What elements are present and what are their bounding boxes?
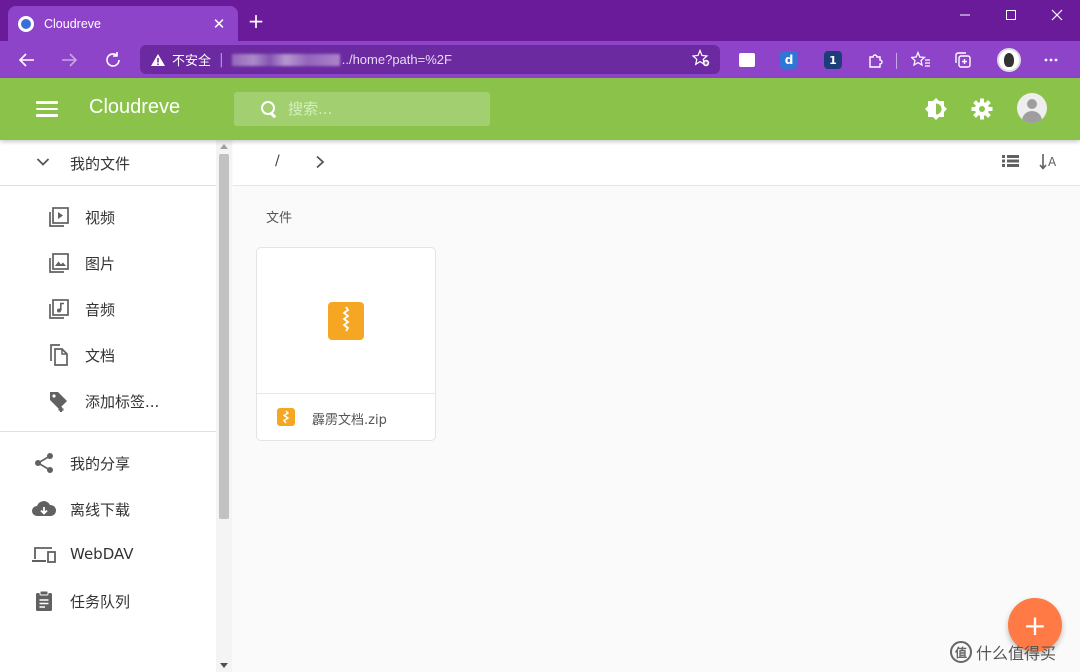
search-box[interactable] <box>234 92 490 126</box>
breadcrumb: / A <box>233 140 1080 186</box>
document-icon <box>50 344 68 366</box>
tab-title: Cloudreve <box>44 16 101 31</box>
extensions-icon[interactable] <box>864 49 886 71</box>
favorites-icon[interactable] <box>910 49 932 71</box>
menu-icon[interactable] <box>36 98 58 120</box>
cloudreve-favicon-icon <box>18 15 34 32</box>
search-icon <box>260 100 278 118</box>
brightness-icon <box>925 98 947 120</box>
watermark: 值 什么值得买 <box>950 640 1056 664</box>
sidebar-item-label: 文档 <box>85 347 116 365</box>
devices-icon <box>32 547 56 563</box>
close-window-button[interactable] <box>1034 0 1080 30</box>
breadcrumb-root[interactable]: / <box>275 153 280 169</box>
share-icon <box>35 453 53 473</box>
sidebar-item-label: 音频 <box>85 301 116 319</box>
sidebar-item-label: 添加标签... <box>85 393 160 411</box>
app-bar: Cloudreve <box>0 78 1080 140</box>
window-controls <box>942 0 1080 30</box>
sidebar-item-audio[interactable]: 音频 <box>0 286 216 332</box>
forward-button[interactable] <box>56 47 82 73</box>
gear-icon <box>971 98 993 120</box>
file-preview <box>257 248 435 394</box>
sidebar-scrollbar[interactable] <box>216 140 232 672</box>
sidebar-item-video[interactable]: 视频 <box>0 194 216 240</box>
sidebar-item-image[interactable]: 图片 <box>0 240 216 286</box>
sidebar-item-label: WebDAV <box>70 545 134 563</box>
sidebar-item-label: 图片 <box>85 255 116 273</box>
reader-extension-icon[interactable] <box>736 49 758 71</box>
file-name: 霹雳文档.zip <box>312 413 387 428</box>
browser-toolbar: 不安全 | ../home?path=%2F d 1 <box>0 41 1080 78</box>
sidebar-item-task-queue[interactable]: 任务队列 <box>0 578 216 624</box>
tab-close-icon[interactable]: ✕ <box>210 15 228 33</box>
browser-tab-cloudreve[interactable]: Cloudreve ✕ <box>8 6 238 41</box>
bitwarden-extension-icon[interactable]: 1 <box>822 49 844 71</box>
add-favorite-icon[interactable] <box>691 48 710 71</box>
sort-button[interactable]: A <box>1039 152 1059 172</box>
browser-tabbar: Cloudreve ✕ + <box>0 0 1080 41</box>
file-browser-main: 文件 霹雳文档.zip <box>233 187 1080 672</box>
user-avatar[interactable] <box>1017 93 1047 123</box>
theme-toggle-button[interactable] <box>922 95 950 123</box>
add-tag-icon <box>50 392 67 412</box>
maximize-icon <box>1006 10 1016 20</box>
watermark-logo-icon: 值 <box>950 641 972 663</box>
sidebar-item-webdav[interactable]: WebDAV <box>0 532 216 578</box>
minimize-button[interactable] <box>942 0 988 30</box>
minimize-icon <box>960 14 970 16</box>
audio-icon <box>49 299 69 319</box>
sidebar-item-add-tag[interactable]: 添加标签... <box>0 378 216 424</box>
scroll-down-icon[interactable] <box>220 663 228 668</box>
app-title: Cloudreve <box>89 96 181 118</box>
refresh-icon <box>106 52 120 67</box>
more-options-icon[interactable] <box>1040 49 1062 71</box>
sidebar-item-my-share[interactable]: 我的分享 <box>0 440 216 486</box>
sidebar-item-label: 我的文件 <box>70 155 131 173</box>
forward-arrow-icon <box>62 53 78 67</box>
list-view-icon <box>1002 155 1019 167</box>
svg-text:A: A <box>1048 155 1057 169</box>
file-card[interactable]: 霹雳文档.zip <box>256 247 436 441</box>
refresh-button[interactable] <box>100 47 126 73</box>
sidebar-item-label: 视频 <box>85 209 116 227</box>
scroll-up-icon[interactable] <box>220 144 228 149</box>
cloud-download-icon <box>32 501 57 516</box>
settings-button[interactable] <box>968 95 996 123</box>
sidebar: 我的文件 视频 图片 音频 文档 添加标签... 我的分享 离线下载 WebDA… <box>0 140 232 672</box>
warning-icon <box>151 53 165 66</box>
section-label: 文件 <box>266 211 293 226</box>
back-arrow-icon <box>18 53 34 67</box>
collections-icon[interactable] <box>952 49 974 71</box>
zip-file-small-icon <box>277 408 295 426</box>
sidebar-item-label: 离线下载 <box>70 501 131 519</box>
url-path: ../home?path=%2F <box>341 52 452 67</box>
list-view-button[interactable] <box>1001 152 1021 172</box>
video-icon <box>49 207 69 227</box>
sidebar-item-label: 我的分享 <box>70 455 131 473</box>
sidebar-item-offline-download[interactable]: 离线下载 <box>0 486 216 532</box>
profile-avatar-icon[interactable] <box>995 46 1023 74</box>
zip-file-icon <box>328 302 364 340</box>
back-button[interactable] <box>14 47 40 73</box>
scrollbar-thumb[interactable] <box>219 154 229 519</box>
close-icon <box>1051 9 1063 21</box>
search-input[interactable] <box>288 92 478 126</box>
sidebar-item-label: 任务队列 <box>70 593 131 611</box>
image-icon <box>49 253 69 273</box>
new-tab-button[interactable]: + <box>246 11 266 31</box>
security-label[interactable]: 不安全 <box>172 50 211 69</box>
clipboard-icon <box>36 590 52 611</box>
address-bar[interactable]: 不安全 | ../home?path=%2F <box>140 45 720 74</box>
chevron-right-icon[interactable] <box>315 155 325 169</box>
sidebar-item-my-files[interactable]: 我的文件 <box>0 140 216 186</box>
watermark-text: 什么值得买 <box>976 644 1057 663</box>
sort-icon: A <box>1039 154 1057 170</box>
chevron-down-icon <box>36 158 50 166</box>
sidebar-item-document[interactable]: 文档 <box>0 332 216 378</box>
blurred-url-host <box>231 53 340 66</box>
tiktok-extension-icon[interactable]: d <box>778 49 800 71</box>
maximize-button[interactable] <box>988 0 1034 30</box>
